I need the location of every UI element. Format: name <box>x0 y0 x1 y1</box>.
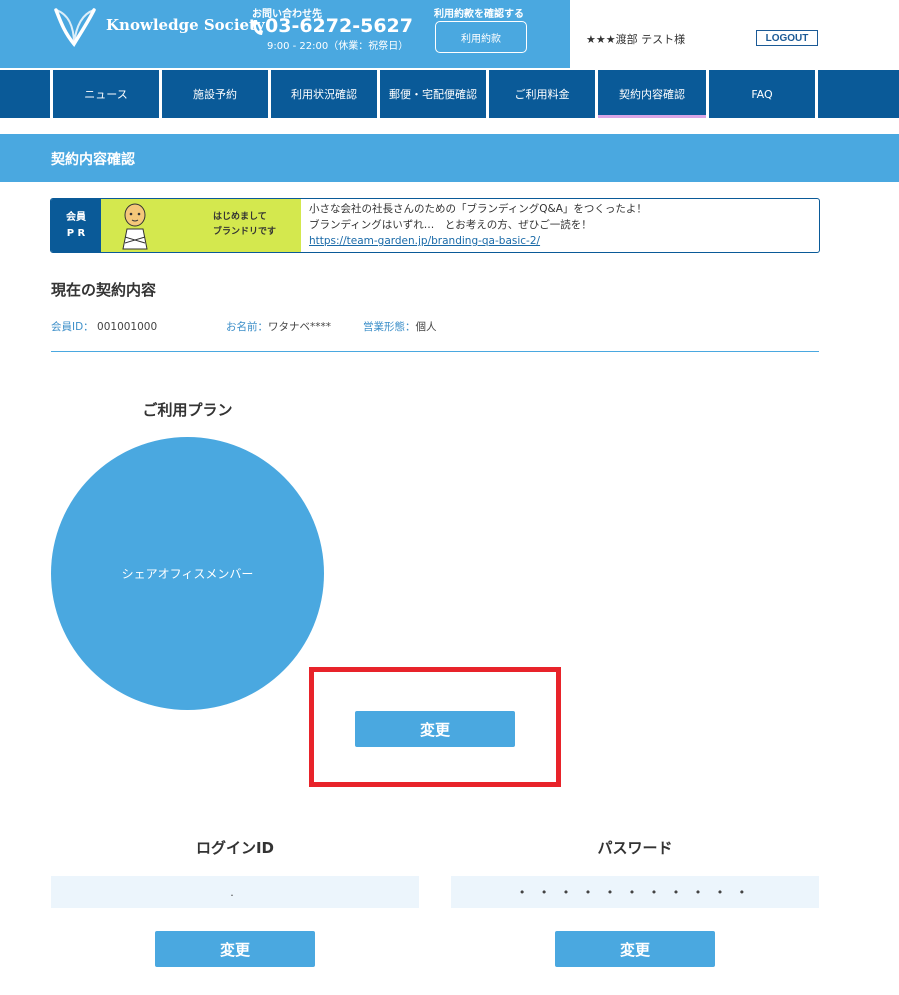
terms-label: 利用約款を確認する <box>434 9 524 20</box>
pr-label: 会員 P R <box>51 199 101 252</box>
logout-button[interactable]: LOGOUT <box>756 30 818 46</box>
business-type-row: 営業形態：個人 <box>363 319 437 334</box>
plan-heading: ご利用プラン <box>142 401 233 419</box>
user-name: ★★★渡部 テスト様 <box>586 33 686 46</box>
pr-image-text-line2: ブランドリです <box>213 227 277 237</box>
divider <box>51 351 819 352</box>
pr-banner[interactable]: 会員 P R はじめまして ブランドリです 小さな会社の社長さんのための「ブラン… <box>50 198 820 253</box>
pr-label-line2: P R <box>66 227 86 239</box>
pr-link[interactable]: https://team-garden.jp/branding-qa-basic… <box>309 235 540 247</box>
password-change-button[interactable]: 変更 <box>555 931 715 967</box>
password-field: • • • • • • • • • • • <box>451 876 819 908</box>
nav-spacer-right <box>818 70 899 118</box>
pr-text-line1: 小さな会社の社長さんのための「ブランディングQ&A」をつくったよ！ <box>309 203 647 215</box>
business-hours: 9:00 - 22:00（休業：祝祭日） <box>267 41 409 52</box>
nav-item-news[interactable]: ニュース <box>53 70 159 118</box>
pr-text: 小さな会社の社長さんのための「ブランディングQ&A」をつくったよ！ ブランディン… <box>309 201 647 249</box>
logo-icon[interactable] <box>50 6 98 48</box>
member-id-label: 会員ID： <box>51 321 94 333</box>
member-id-row: 会員ID： 001001000 <box>51 319 157 334</box>
login-id-field: . <box>51 876 419 908</box>
login-id-heading: ログインID <box>195 839 275 857</box>
nav-item-mail-delivery[interactable]: 郵便・宅配便確認 <box>380 70 486 118</box>
name-label: お名前： <box>226 321 268 333</box>
plan-change-button[interactable]: 変更 <box>355 711 515 747</box>
main-nav: ニュース 施設予約 利用状況確認 郵便・宅配便確認 ご利用料金 契約内容確認 F… <box>0 68 899 120</box>
nav-item-facility-booking[interactable]: 施設予約 <box>162 70 268 118</box>
nav-item-faq[interactable]: FAQ <box>709 70 815 118</box>
pr-text-line2: ブランディングはいずれ… とお考えの方、ぜひご一読を！ <box>309 219 592 231</box>
pr-image-text-line1: はじめまして <box>213 212 267 222</box>
phone-number: 03-6272-5627 <box>265 15 413 37</box>
nav-item-contract[interactable]: 契約内容確認 <box>598 70 706 118</box>
phone-icon <box>252 20 263 35</box>
pr-image-text: はじめまして ブランドリです <box>213 210 276 240</box>
logo-text[interactable]: Knowledge Society <box>106 16 265 34</box>
plan-name: シェアオフィスメンバー <box>121 567 254 581</box>
pr-label-line1: 会員 <box>66 211 86 223</box>
page-title: 契約内容確認 <box>51 152 135 168</box>
password-heading: パスワード <box>597 839 673 857</box>
login-id-change-button[interactable]: 変更 <box>155 931 315 967</box>
nav-item-fees[interactable]: ご利用料金 <box>489 70 595 118</box>
plan-circle: シェアオフィスメンバー <box>51 437 324 710</box>
name-value: ワタナベ**** <box>268 321 331 333</box>
business-type-label: 営業形態： <box>363 321 416 333</box>
nav-spacer-left <box>0 70 50 118</box>
contract-heading: 現在の契約内容 <box>51 281 157 299</box>
terms-button[interactable]: 利用約款 <box>435 21 527 53</box>
member-id-value: 001001000 <box>97 321 158 333</box>
business-type-value: 個人 <box>415 321 437 333</box>
nav-item-usage-status[interactable]: 利用状況確認 <box>271 70 377 118</box>
name-row: お名前：ワタナベ**** <box>226 319 331 334</box>
mascot-icon <box>122 203 148 250</box>
pr-image[interactable]: はじめまして ブランドリです <box>101 199 301 252</box>
